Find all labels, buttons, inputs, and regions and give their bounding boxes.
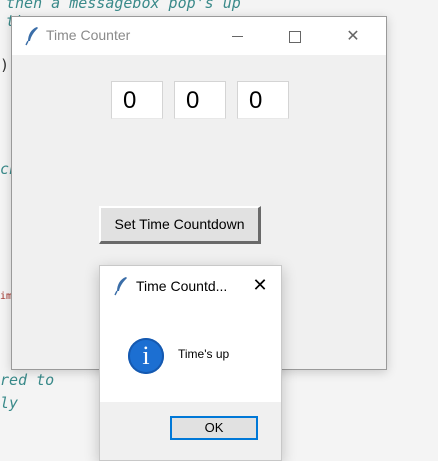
close-icon: ✕	[346, 26, 360, 45]
ok-button[interactable]: OK	[170, 416, 258, 440]
seconds-entry[interactable]: 0	[237, 81, 289, 119]
titlebar[interactable]: Time Counter ✕	[12, 17, 386, 55]
code-line: then a messagebox pop's up	[6, 0, 241, 12]
maximize-icon	[289, 30, 301, 43]
window-title: Time Counter	[46, 27, 131, 43]
minutes-entry[interactable]: 0	[174, 81, 226, 119]
feather-icon	[114, 277, 127, 296]
info-icon: i	[128, 338, 164, 374]
close-button[interactable]: ✕	[324, 17, 382, 55]
hours-entry[interactable]: 0	[111, 81, 163, 119]
feather-icon	[25, 27, 38, 46]
minimize-button[interactable]	[208, 17, 266, 55]
messagebox-window: Time Countd... ✕ i Time's up OK	[99, 265, 282, 461]
code-line: ly	[0, 394, 19, 412]
set-time-countdown-button[interactable]: Set Time Countdown	[99, 206, 261, 244]
maximize-button[interactable]	[266, 17, 324, 55]
minimize-icon	[231, 36, 243, 37]
messagebox-footer: OK	[100, 402, 281, 460]
code-line: red to	[0, 371, 55, 389]
close-icon: ✕	[252, 275, 268, 296]
messagebox-title: Time Countd...	[136, 278, 228, 294]
message-text: Time's up	[178, 347, 230, 361]
messagebox-close-button[interactable]: ✕	[248, 274, 272, 298]
